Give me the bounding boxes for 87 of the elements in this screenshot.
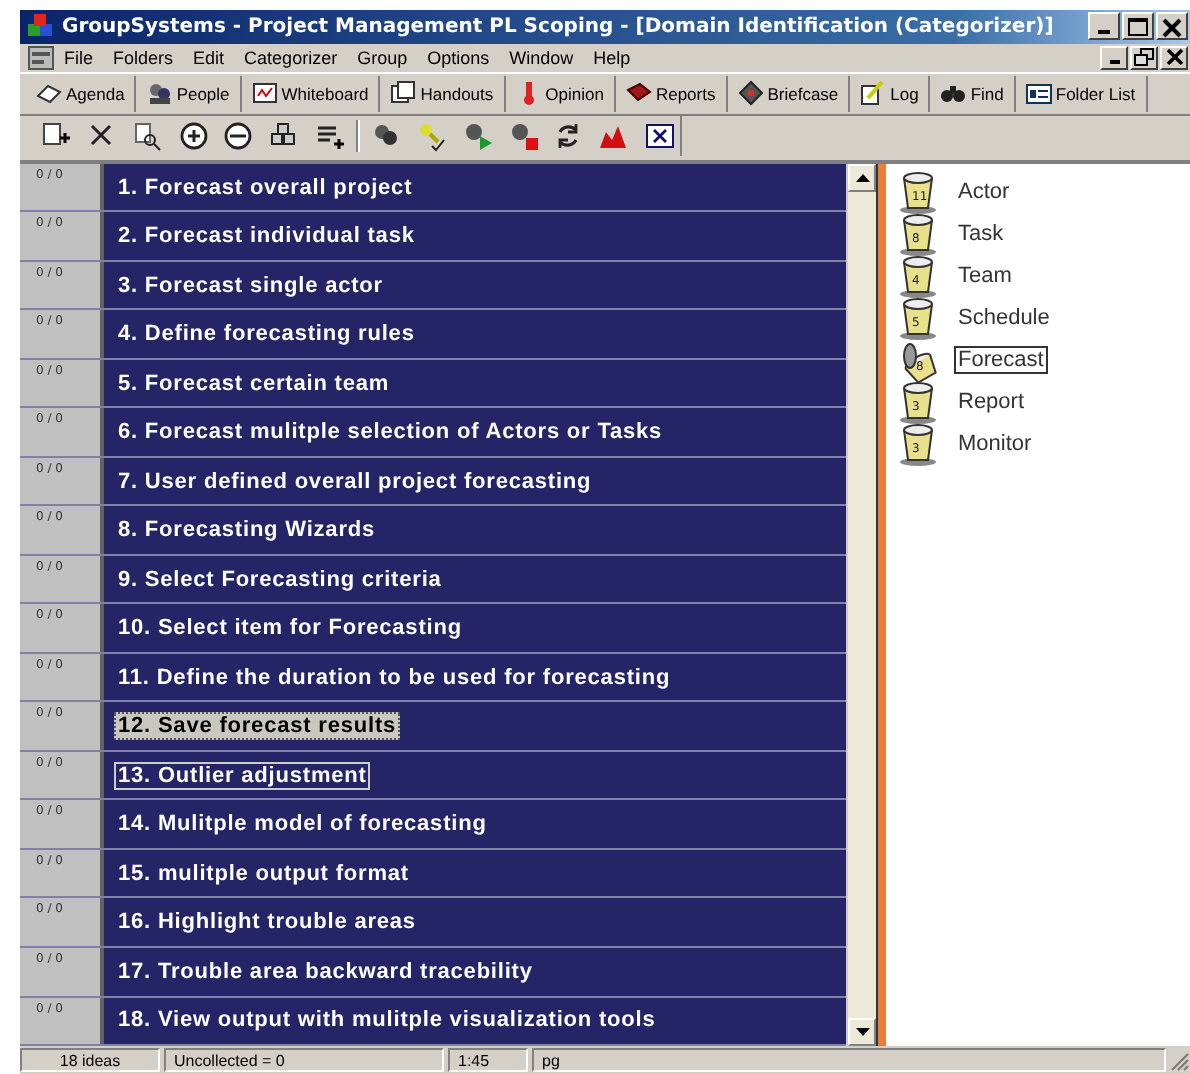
idea-text: 7. User defined overall project forecasting xyxy=(116,467,594,496)
menu-item[interactable]: Help xyxy=(583,47,641,68)
idea-row[interactable]: 12. Save forecast results xyxy=(104,702,846,750)
category-label[interactable]: Task xyxy=(954,219,1008,248)
idea-row[interactable]: 15. mulitple output format xyxy=(104,849,846,897)
circle-plus-icon xyxy=(177,119,209,152)
close-box-icon xyxy=(644,119,677,152)
pencil-note-icon xyxy=(860,80,887,107)
idea-row[interactable]: 17. Trouble area backward tracebility xyxy=(104,948,846,995)
idea-row[interactable]: 14. Mulitple model of forecasting xyxy=(104,800,846,848)
category-label[interactable]: Forecast xyxy=(954,345,1048,374)
app-logo-icon xyxy=(26,14,54,39)
resize-grip-icon xyxy=(1170,1052,1190,1073)
status-pane: Uncollected = 0 xyxy=(164,1048,444,1073)
binoculars-icon xyxy=(940,80,967,107)
category-label[interactable]: Report xyxy=(954,387,1029,416)
scroll-up-icon xyxy=(855,173,869,182)
idea-text: 12. Save forecast results xyxy=(114,712,401,741)
status-pane: 18 ideas xyxy=(20,1048,160,1073)
close-icon xyxy=(1162,46,1186,69)
scrollbar[interactable] xyxy=(846,163,876,1047)
category-label[interactable]: Actor xyxy=(954,177,1014,206)
window-title: GroupSystems - Project Management PL Scoping - [Domain Identification (Categorizer)] xyxy=(62,15,1056,38)
status-pane: 1:45 xyxy=(448,1048,528,1073)
idea-row[interactable]: 3. Forecast single actor xyxy=(104,261,846,309)
idea-text: 17. Trouble area backward tracebility xyxy=(116,957,535,986)
restore-button[interactable] xyxy=(1130,45,1158,70)
minimize-button[interactable] xyxy=(1088,12,1120,41)
circle-minus-icon xyxy=(222,119,255,152)
category-label[interactable]: Team xyxy=(954,261,1016,290)
idea-text: 15. mulitple output format xyxy=(116,859,411,888)
idea-text: 16. Highlight trouble areas xyxy=(116,908,418,937)
papers-icon xyxy=(390,80,417,107)
idea-text: 6. Forecast mulitple selection of Actors or Tasks xyxy=(116,418,665,447)
restore-icon xyxy=(1132,46,1156,69)
idea-row[interactable]: 18. View output with mulitple visualization tools xyxy=(104,997,846,1045)
minimize-icon xyxy=(1109,59,1119,64)
close-button[interactable] xyxy=(1160,45,1188,70)
idea-text: 1. Forecast overall project xyxy=(116,173,415,202)
maximize-button[interactable] xyxy=(1122,12,1154,41)
menu-item[interactable]: Categorizer xyxy=(234,47,348,68)
idea-row[interactable]: 2. Forecast individual task xyxy=(104,212,846,260)
idea-text: 18. View output with mulitple visualization tools xyxy=(116,1006,658,1035)
idea-text: 11. Define the duration to be used for forecasting xyxy=(116,663,673,692)
idea-text: 4. Define forecasting rules xyxy=(116,320,417,349)
document-icon xyxy=(28,45,54,70)
whiteboard-icon xyxy=(251,80,278,107)
menu-item[interactable]: Group xyxy=(347,47,418,68)
menu-item[interactable]: Options xyxy=(417,47,500,68)
idea-text: 13. Outlier adjustment xyxy=(114,761,371,790)
idea-text: 9. Select Forecasting criteria xyxy=(116,565,444,594)
category-label[interactable]: Schedule xyxy=(954,303,1054,332)
splitter[interactable] xyxy=(876,163,886,1047)
people-icon xyxy=(146,80,173,107)
scroll-down-icon xyxy=(855,1028,869,1037)
idea-row[interactable]: 5. Forecast certain team xyxy=(104,359,846,407)
menu-item[interactable]: File xyxy=(54,47,104,68)
idea-row[interactable]: 7. User defined overall project forecasting xyxy=(104,457,846,505)
idea-row[interactable]: 6. Forecast mulitple selection of Actors or Tasks xyxy=(104,408,846,456)
idea-row[interactable]: 4. Define forecasting rules xyxy=(104,310,846,358)
page-search-icon xyxy=(131,119,164,152)
key-check-icon xyxy=(415,119,448,152)
close-button[interactable] xyxy=(1156,12,1188,41)
idea-text: 8. Forecasting Wizards xyxy=(116,516,378,545)
idea-text: 14. Mulitple model of forecasting xyxy=(116,810,489,839)
idea-text: 5. Forecast certain team xyxy=(116,369,392,398)
idea-row[interactable]: 16. Highlight trouble areas xyxy=(104,898,846,946)
menu-item[interactable]: Window xyxy=(499,47,584,68)
idea-row[interactable]: 8. Forecasting Wizards xyxy=(104,506,846,554)
idea-row[interactable]: 11. Define the duration to be used for forecasting xyxy=(104,653,846,701)
idea-row[interactable]: 13. Outlier adjustment xyxy=(104,751,846,799)
menu-item[interactable]: Edit xyxy=(183,47,235,68)
list-window-icon xyxy=(1025,80,1052,107)
idea-text: 2. Forecast individual task xyxy=(116,222,417,251)
people-play-icon xyxy=(461,119,494,152)
idea-row[interactable]: 9. Select Forecasting criteria xyxy=(104,555,846,603)
idea-text: 10. Select item for Forecasting xyxy=(116,614,464,643)
category-label[interactable]: Monitor xyxy=(954,429,1036,458)
status-pane: pg xyxy=(532,1048,1166,1073)
idea-text: 3. Forecast single actor xyxy=(116,271,385,300)
idea-row[interactable]: 10. Select item for Forecasting xyxy=(104,604,846,652)
close-icon xyxy=(1158,13,1186,40)
people-stop-icon xyxy=(507,119,540,152)
minimize-icon xyxy=(1098,30,1110,35)
minimize-button[interactable] xyxy=(1100,45,1128,70)
idea-row[interactable]: 1. Forecast overall project xyxy=(104,163,846,211)
menu-item[interactable]: Folders xyxy=(103,47,184,68)
